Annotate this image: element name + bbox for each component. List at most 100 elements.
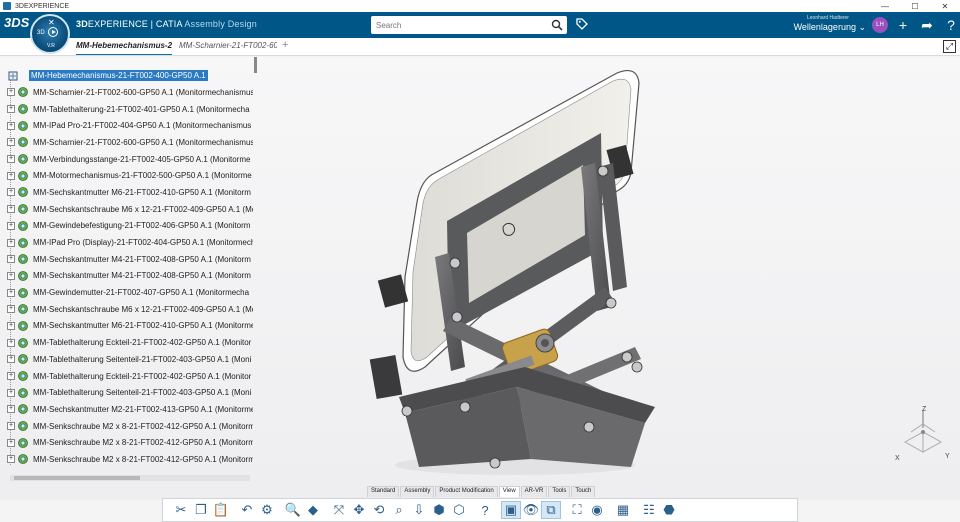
section-tab-product-modification[interactable]: Product Modification xyxy=(435,486,498,497)
tag-icon[interactable] xyxy=(575,17,589,31)
tree-item-label[interactable]: MM-Sechskantmutter M6-21-FT002-410-GP50 … xyxy=(33,321,253,330)
lighting-icon[interactable]: ⛶ xyxy=(567,501,587,519)
expand-node-icon[interactable]: + xyxy=(7,438,15,447)
tree-item[interactable]: + MM-Motormechanismus-21-FT002-500-GP50 A… xyxy=(6,167,256,184)
tree-item-label[interactable]: MM-Senkschraube M2 x 8-21-FT002-412-GP50… xyxy=(33,438,253,447)
collab-space-selector[interactable]: Wellenlagerung ⌄ xyxy=(790,22,866,33)
tree-item-label[interactable]: MM-Gewindemutter-21-FT002-407-GP50 A.1 (… xyxy=(33,288,253,297)
close-button[interactable]: ✕ xyxy=(930,0,960,12)
expand-node-icon[interactable]: + xyxy=(7,188,15,197)
expand-node-icon[interactable]: + xyxy=(7,121,15,130)
expand-node-icon[interactable]: + xyxy=(7,388,15,397)
tree-item[interactable]: + MM-Sechskantmutter M2-21-FT002-413-GP50… xyxy=(6,401,256,418)
expand-node-icon[interactable]: + xyxy=(7,205,15,214)
tree-item-label[interactable]: MM-Sechskantmutter M4-21-FT002-408-GP50 … xyxy=(33,255,253,264)
view-compass-icon[interactable]: Z X Y xyxy=(893,402,953,462)
tree-item[interactable]: + MM-Senkschraube M2 x 8-21-FT002-412-GP5… xyxy=(6,451,256,468)
tree-item[interactable]: + MM-Gewindebefestigung-21-FT002-406-GP50… xyxy=(6,218,256,235)
tree-item[interactable]: + MM-Sechskantmutter M6-21-FT002-410-GP50… xyxy=(6,184,256,201)
scrollbar-thumb[interactable] xyxy=(14,476,140,480)
section-tab-view[interactable]: View xyxy=(498,486,520,497)
tree-item-label[interactable]: MM-Sechskantmutter M2-21-FT002-413-GP50 … xyxy=(33,405,253,414)
play-icon[interactable] xyxy=(48,27,58,37)
tree-item[interactable]: + MM-Sechskantmutter M6-21-FT002-410-GP50… xyxy=(6,318,256,335)
tree-item-label[interactable]: MM-IPad Pro (Display)-21-FT002-404-GP50 … xyxy=(33,238,253,247)
expand-icon[interactable]: ⤢ xyxy=(943,40,956,53)
cube-view-icon[interactable]: ◆ xyxy=(303,501,323,519)
user-menu[interactable]: Leonhard Hadterer Wellenlagerung ⌄ xyxy=(790,15,866,33)
tree-item[interactable]: + MM-IPad Pro-21-FT002-404-GP50 A.1 (Moni… xyxy=(6,117,256,134)
tree-item-label[interactable]: MM-Scharnier-21-FT002-600-GP50 A.1 (Moni… xyxy=(33,88,253,97)
section-tab-touch[interactable]: Touch xyxy=(571,486,596,497)
expand-node-icon[interactable]: + xyxy=(7,105,15,114)
tree-root[interactable]: MM-Hebemechanismus-21-FT002-400-GP50 A.1 xyxy=(6,67,256,84)
expand-node-icon[interactable]: + xyxy=(7,138,15,147)
tree-item-label[interactable]: MM-Tablethalterung Eckteil-21-FT002-402-… xyxy=(33,372,253,381)
3d-canvas[interactable]: MM-Hebemechanismus-21-FT002-400-GP50 A.1… xyxy=(0,57,960,500)
help-icon[interactable]: ? xyxy=(475,501,495,519)
tree-item-label[interactable]: MM-Tablethalterung Eckteil-21-FT002-402-… xyxy=(33,338,253,347)
maximize-button[interactable]: ☐ xyxy=(900,0,930,12)
add-tab-button[interactable]: + xyxy=(282,39,288,51)
search-input[interactable] xyxy=(371,16,541,34)
tree-item-label[interactable]: MM-Senkschraube M2 x 8-21-FT002-412-GP50… xyxy=(33,455,253,464)
expand-node-icon[interactable]: + xyxy=(7,221,15,230)
tree-item-label[interactable]: MM-Tablethalterung Seitenteil-21-FT002-4… xyxy=(33,388,253,397)
render-style-icon[interactable]: ⬡ xyxy=(449,501,469,519)
pan-icon[interactable]: ✥ xyxy=(349,501,369,519)
undo-icon[interactable]: ↶ xyxy=(237,501,257,519)
camera-icon[interactable]: ◉ xyxy=(587,501,607,519)
layout-icon[interactable]: ▦ xyxy=(613,501,633,519)
tree-item[interactable]: + MM-IPad Pro (Display)-21-FT002-404-GP50… xyxy=(6,234,256,251)
tab-hebemechanismus[interactable]: MM-Hebemechanismus-21 xyxy=(76,41,172,55)
tree-item-label[interactable]: MM-Sechskantschraube M6 x 12-21-FT002-40… xyxy=(33,205,253,214)
expand-node-icon[interactable]: + xyxy=(7,255,15,264)
tree-item-label[interactable]: MM-Verbindungsstange-21-FT002-405-GP50 A… xyxy=(33,155,253,164)
tree-item-label[interactable]: MM-Tablethalterung-21-FT002-401-GP50 A.1… xyxy=(33,105,253,114)
tree-item[interactable]: + MM-Sechskantschraube M6 x 12-21-FT002-4… xyxy=(6,201,256,218)
expand-node-icon[interactable]: + xyxy=(7,171,15,180)
product-icon[interactable]: ⬣ xyxy=(659,501,679,519)
zoom-icon[interactable]: 🔍 xyxy=(283,501,303,519)
minimize-button[interactable]: — xyxy=(870,0,900,12)
update-icon[interactable]: ⚙ xyxy=(257,501,277,519)
tree-item-label[interactable]: MM-Motormechanismus-21-FT002-500-GP50 A.… xyxy=(33,171,253,180)
tree-item-label[interactable]: MM-Sechskantmutter M4-21-FT002-408-GP50 … xyxy=(33,271,253,280)
tree-item[interactable]: + MM-Tablethalterung Eckteil-21-FT002-402… xyxy=(6,334,256,351)
compass-icon[interactable]: ✕ 3D V.R xyxy=(30,14,70,54)
capture-icon[interactable]: ▣ xyxy=(501,501,521,519)
tree-item[interactable]: + MM-Senkschraube M2 x 8-21-FT002-412-GP5… xyxy=(6,418,256,435)
tree-item[interactable]: + MM-Sechskantmutter M4-21-FT002-408-GP50… xyxy=(6,251,256,268)
section-tab-tools[interactable]: Tools xyxy=(548,486,571,497)
add-icon[interactable]: + xyxy=(895,17,911,33)
zoom-area-icon[interactable]: ⌕ xyxy=(389,501,409,519)
tree-item[interactable]: + MM-Gewindemutter-21-FT002-407-GP50 A.1 … xyxy=(6,284,256,301)
tree-icon[interactable]: ☷ xyxy=(639,501,659,519)
swap-space-icon[interactable]: ⧉ xyxy=(541,501,561,519)
section-tab-standard[interactable]: Standard xyxy=(367,486,400,497)
rotate-icon[interactable]: ⟲ xyxy=(369,501,389,519)
tree-item-label[interactable]: MM-Tablethalterung Seitenteil-21-FT002-4… xyxy=(33,355,253,364)
tree-item-label[interactable]: MM-Scharnier-21-FT002-600-GP50 A.1 (Moni… xyxy=(33,138,253,147)
tab-scharnier[interactable]: MM-Scharnier-21-FT002-600 xyxy=(179,41,277,55)
expand-node-icon[interactable]: + xyxy=(7,238,15,247)
help-circle-icon[interactable]: ? xyxy=(943,17,959,33)
search-icon[interactable] xyxy=(551,19,563,31)
tree-item[interactable]: + MM-Tablethalterung Seitenteil-21-FT002-… xyxy=(6,384,256,401)
tree-scrollbar[interactable] xyxy=(10,475,250,481)
expand-node-icon[interactable]: + xyxy=(7,355,15,364)
expand-node-icon[interactable]: + xyxy=(7,338,15,347)
expand-node-icon[interactable]: + xyxy=(7,372,15,381)
share-icon[interactable]: ➦ xyxy=(919,17,935,33)
tree-item-label[interactable]: MM-Senkschraube M2 x 8-21-FT002-412-GP50… xyxy=(33,422,253,431)
expand-node-icon[interactable]: + xyxy=(7,155,15,164)
tree-item[interactable]: + MM-Verbindungsstange-21-FT002-405-GP50 … xyxy=(6,151,256,168)
tree-item[interactable]: + MM-Senkschraube M2 x 8-21-FT002-412-GP5… xyxy=(6,434,256,451)
tree-item-label[interactable]: MM-Sechskantschraube M6 x 12-21-FT002-40… xyxy=(33,305,253,314)
tree-item[interactable]: + MM-Tablethalterung-21-FT002-401-GP50 A.… xyxy=(6,101,256,118)
tree-item[interactable]: + MM-Tablethalterung Eckteil-21-FT002-402… xyxy=(6,368,256,385)
section-tab-assembly[interactable]: Assembly xyxy=(400,486,435,497)
tree-item[interactable]: + MM-Sechskantschraube M6 x 12-21-FT002-4… xyxy=(6,301,256,318)
tablet-stand-model[interactable] xyxy=(355,67,655,477)
show-hide-icon[interactable]: 👁 xyxy=(521,501,541,519)
